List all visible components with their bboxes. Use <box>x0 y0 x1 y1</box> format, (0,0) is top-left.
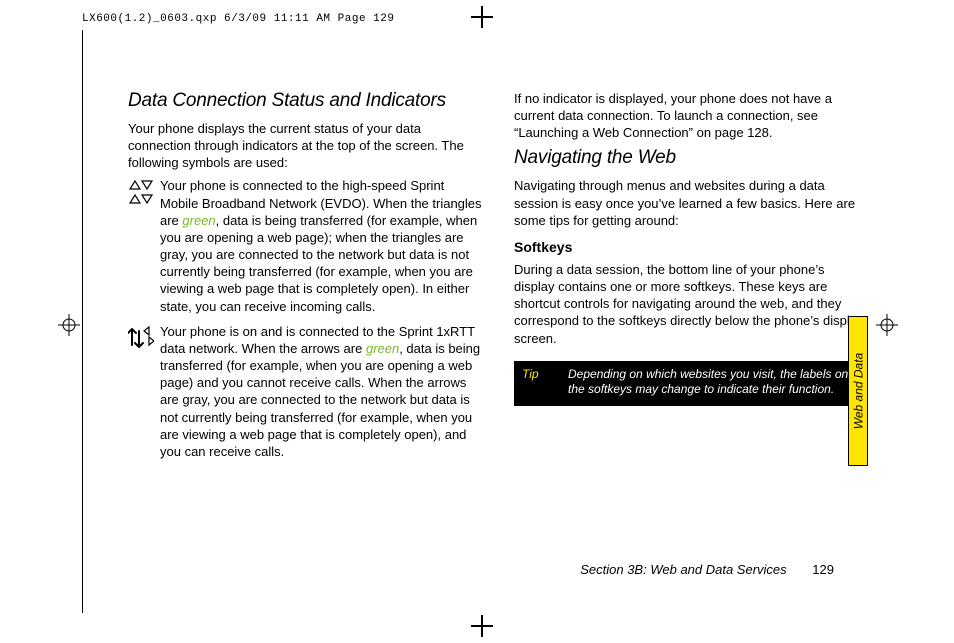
heading-navigating: Navigating the Web <box>514 147 868 169</box>
heading-data-connection: Data Connection Status and Indicators <box>128 90 482 112</box>
green-word: green <box>182 213 215 228</box>
indicator-1xrtt-text: Your phone is on and is connected to the… <box>160 323 482 460</box>
no-indicator-paragraph: If no indicator is displayed, your phone… <box>514 90 868 141</box>
crop-mark-top <box>475 10 489 24</box>
indicator-1xrtt: Your phone is on and is connected to the… <box>128 323 482 460</box>
indicator-evdo-text: Your phone is connected to the high-spee… <box>160 177 482 314</box>
crop-mark-bottom <box>475 619 489 633</box>
1xrtt-icon <box>128 325 154 351</box>
indicator-evdo: Your phone is connected to the high-spee… <box>128 177 482 314</box>
nav-intro-paragraph: Navigating through menus and websites du… <box>514 177 868 228</box>
registration-mark-left <box>58 314 80 336</box>
tip-text: Depending on which websites you visit, t… <box>568 361 868 406</box>
right-column: If no indicator is displayed, your phone… <box>514 90 868 468</box>
intro-paragraph: Your phone displays the current status o… <box>128 120 482 171</box>
footer-page-number: 129 <box>812 562 834 577</box>
trim-line-left <box>82 30 83 613</box>
page-footer: Section 3B: Web and Data Services 129 <box>580 562 834 577</box>
heading-softkeys: Softkeys <box>514 239 868 255</box>
tip-label: Tip <box>514 361 568 406</box>
registration-mark-right <box>876 314 898 336</box>
tip-box: Tip Depending on which websites you visi… <box>514 361 868 406</box>
side-tab-label: Web and Data <box>851 353 865 430</box>
side-tab: Web and Data <box>848 316 868 466</box>
footer-section: Section 3B: Web and Data Services <box>580 562 786 577</box>
green-word: green <box>366 341 399 356</box>
left-column: Data Connection Status and Indicators Yo… <box>128 90 482 468</box>
preflight-header: LX600(1.2)_0603.qxp 6/3/09 11:11 AM Page… <box>82 13 394 25</box>
page-content: Data Connection Status and Indicators Yo… <box>128 90 868 585</box>
evdo-icon <box>128 179 154 205</box>
softkeys-paragraph: During a data session, the bottom line o… <box>514 261 868 347</box>
